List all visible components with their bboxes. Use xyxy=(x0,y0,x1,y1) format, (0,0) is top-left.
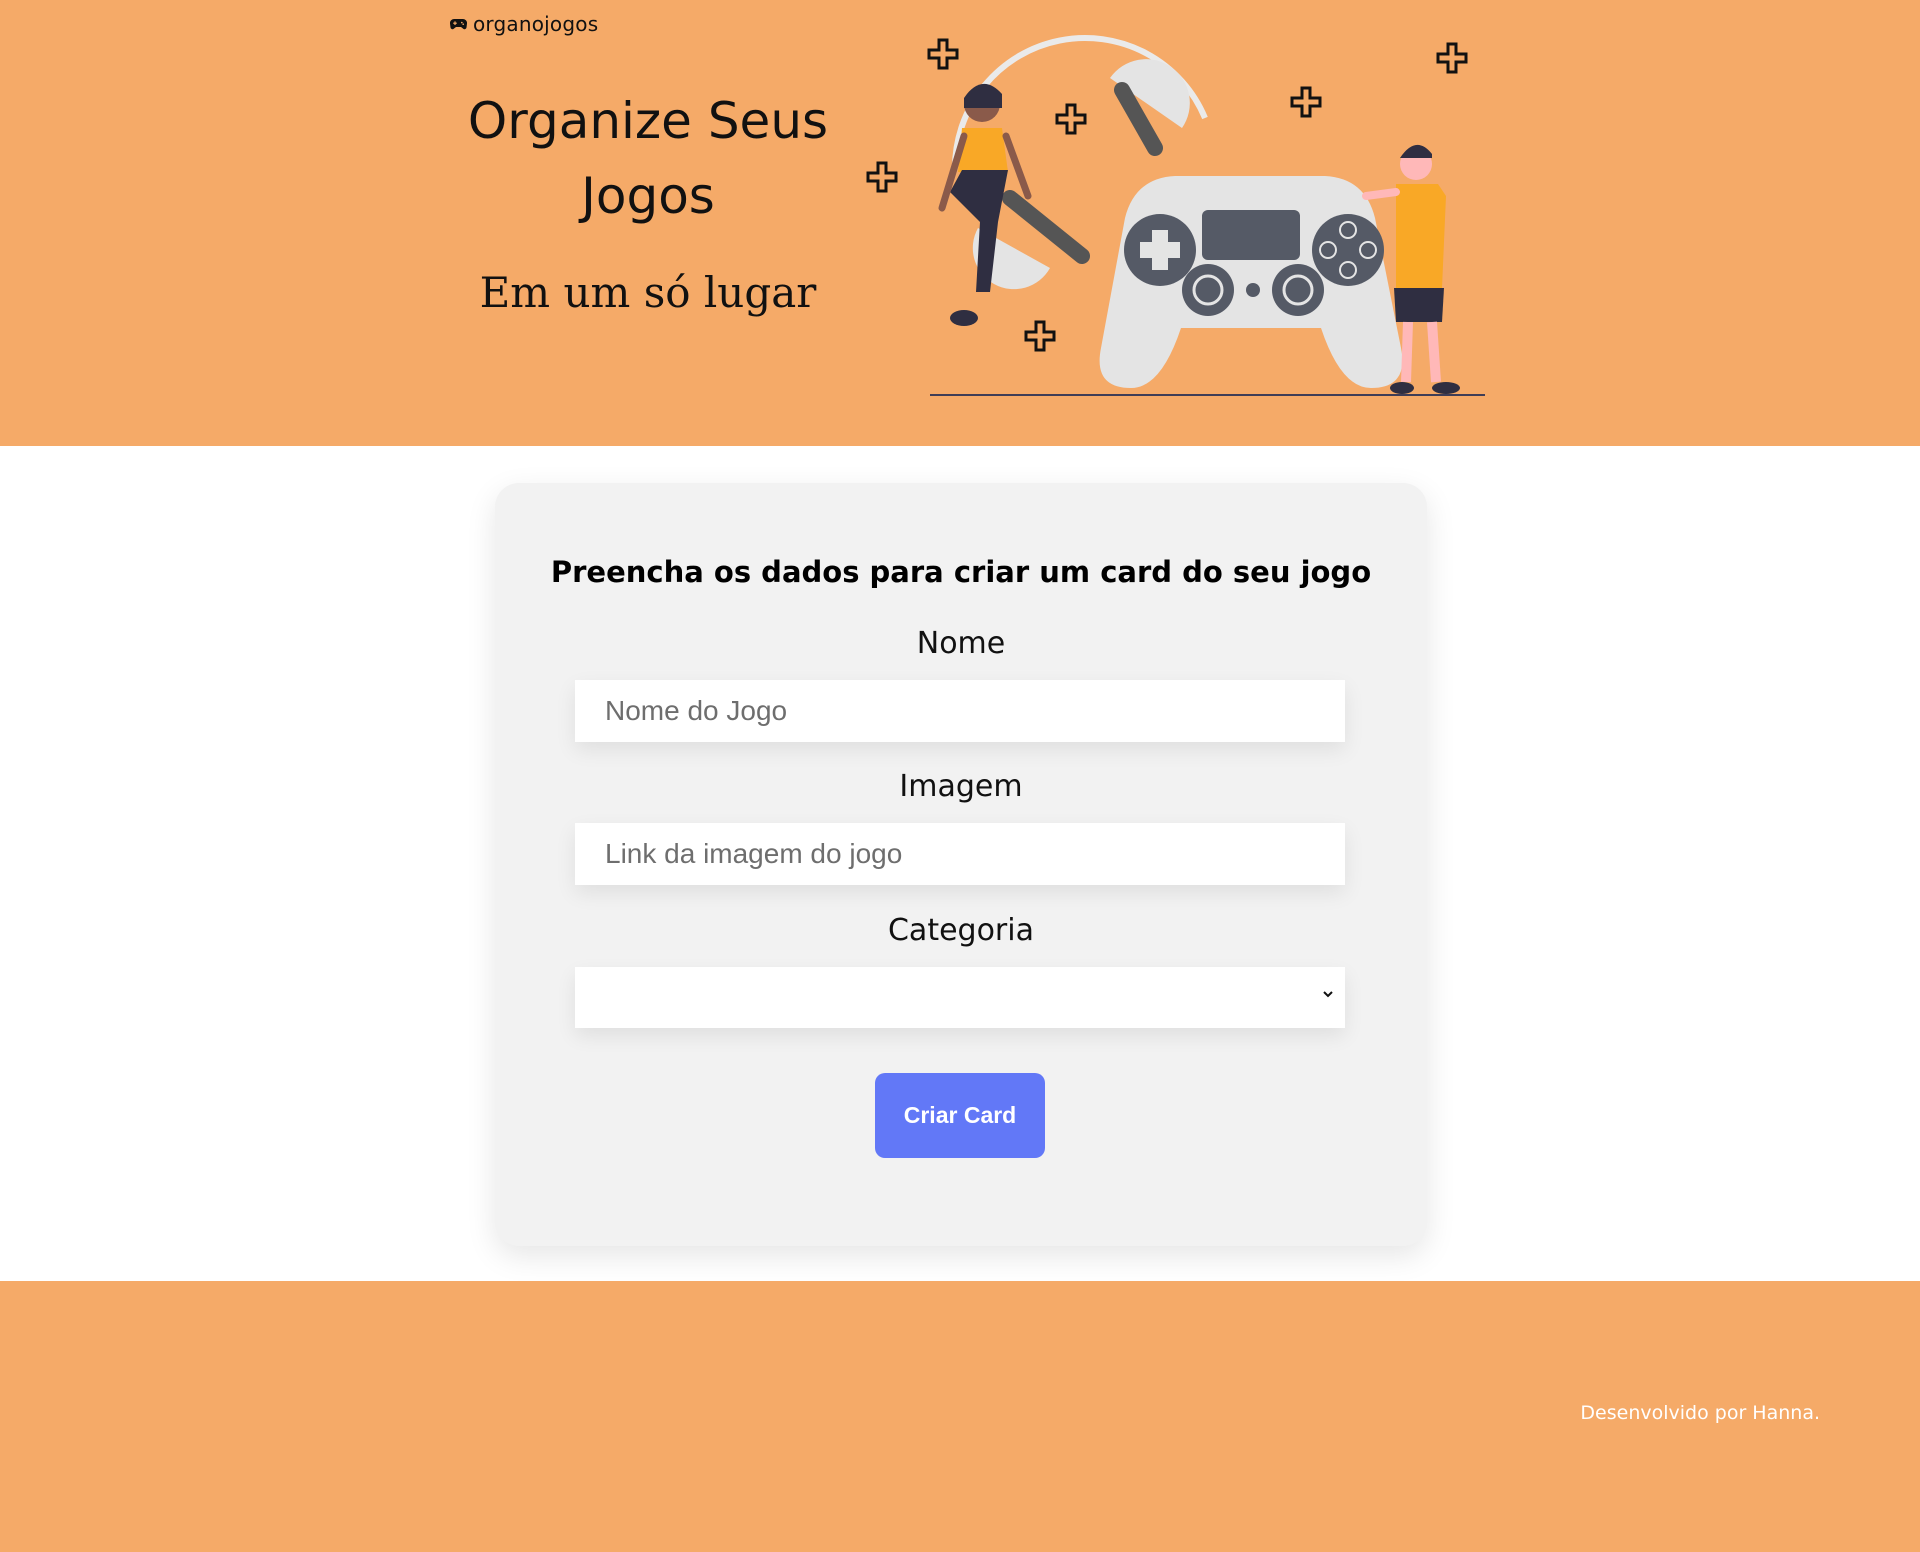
logo[interactable]: organojogos xyxy=(450,12,598,36)
form-card: Preencha os dados para criar um card do … xyxy=(495,483,1427,1246)
header-banner: organojogos Organize Seus Jogos Em um só… xyxy=(0,0,1920,446)
nome-input[interactable] xyxy=(575,680,1345,742)
imagem-label: Imagem xyxy=(899,769,1023,804)
nome-label: Nome xyxy=(916,626,1006,661)
chevron-down-icon xyxy=(1323,991,1333,998)
criar-card-button[interactable]: Criar Card xyxy=(875,1073,1045,1158)
categoria-label: Categoria xyxy=(887,913,1034,948)
people-with-gamepad-illustration xyxy=(866,35,1485,396)
page-subtitle: Em um só lugar xyxy=(479,268,817,317)
imagem-input[interactable] xyxy=(575,823,1345,885)
page-title: Organize Seus Jogos xyxy=(467,92,829,225)
categoria-select[interactable] xyxy=(575,967,1345,1028)
footer: Desenvolvido por Hanna. xyxy=(0,1281,1920,1552)
gamepad-icon xyxy=(450,18,467,30)
logo-text: organojogos xyxy=(473,12,599,36)
footer-credit: Desenvolvido por Hanna. xyxy=(1580,1402,1820,1424)
form-title: Preencha os dados para criar um card do … xyxy=(550,555,1372,589)
